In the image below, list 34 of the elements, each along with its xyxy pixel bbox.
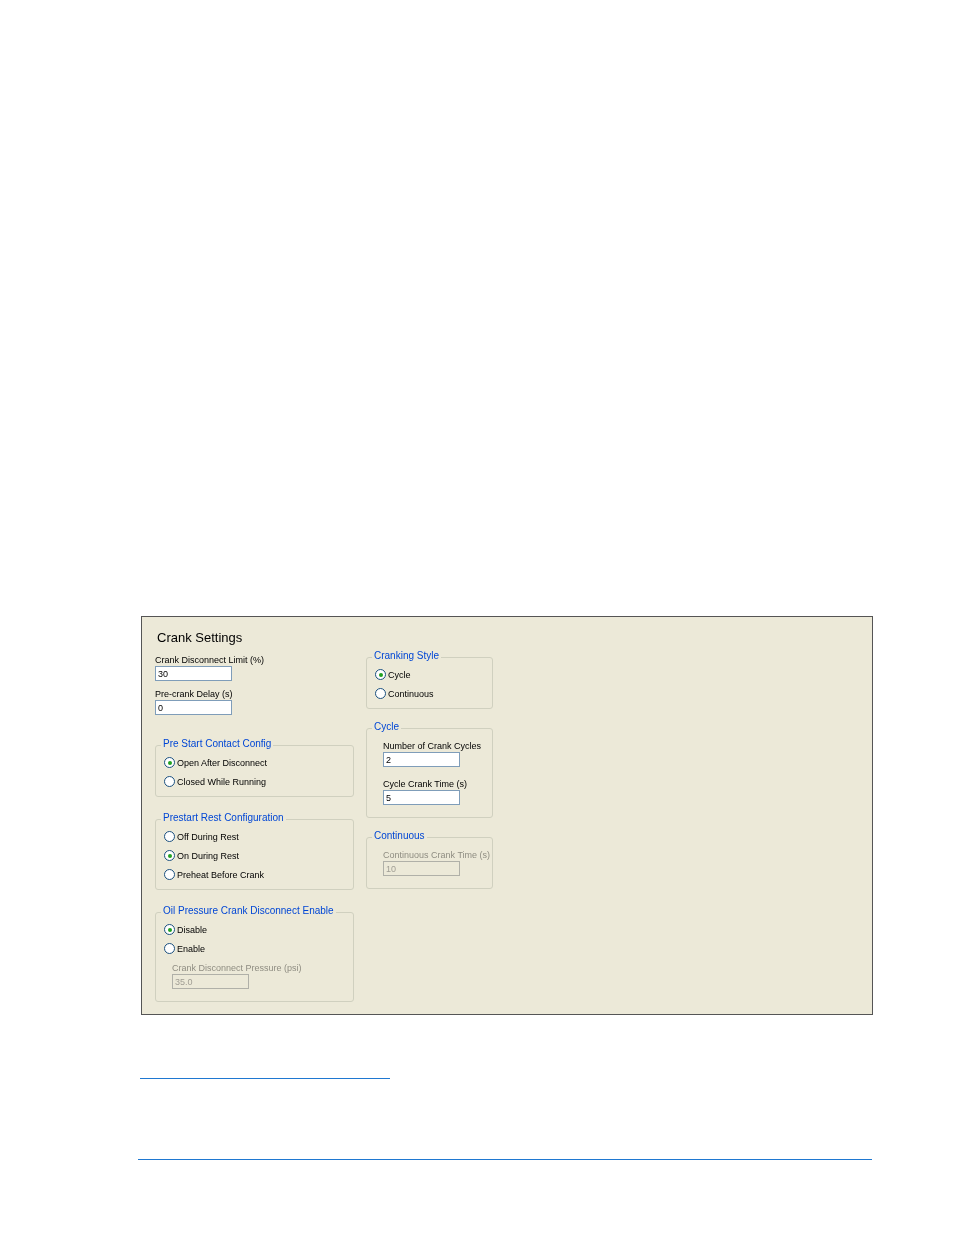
input-field[interactable]: 5 [383,790,460,805]
radio-option[interactable]: Disable [164,923,347,936]
field-label: Pre-crank Delay (s) [155,689,234,699]
radio-button-icon[interactable] [164,776,175,787]
radio-option[interactable]: Cycle [375,668,486,681]
input-field[interactable]: 2 [383,752,460,767]
group-title: Cranking Style [372,650,442,661]
input-field[interactable]: 30 [155,666,232,681]
radio-button-icon[interactable] [164,850,175,861]
group-title: Pre Start Contact Config [161,738,274,749]
radio-option[interactable]: Closed While Running [164,775,347,788]
panel-title: Crank Settings [157,630,244,645]
radio-option[interactable]: Off During Rest [164,830,347,843]
radio-option[interactable]: On During Rest [164,849,347,862]
radio-option[interactable]: Preheat Before Crank [164,868,347,881]
radio-option[interactable]: Continuous [375,687,486,700]
group-title: Continuous [372,830,427,841]
group-title: Oil Pressure Crank Disconnect Enable [161,905,336,916]
field-label: Cycle Crank Time (s) [383,779,468,789]
radio-button-icon[interactable] [164,869,175,880]
field-label: Crank Disconnect Limit (%) [155,655,266,665]
radio-button-icon[interactable] [375,669,386,680]
field-label: Crank Disconnect Pressure (psi) [172,963,303,973]
radio-option[interactable]: Enable [164,942,347,955]
radio-option[interactable]: Open After Disconnect [164,756,347,769]
group-title: Cycle [372,721,401,732]
input-field[interactable]: 0 [155,700,232,715]
group-title: Prestart Rest Configuration [161,812,286,823]
radio-button-icon[interactable] [164,757,175,768]
radio-button-icon[interactable] [375,688,386,699]
radio-button-icon[interactable] [164,831,175,842]
radio-button-icon[interactable] [164,924,175,935]
field-label: Number of Crank Cycles [383,741,483,751]
radio-button-icon[interactable] [164,943,175,954]
